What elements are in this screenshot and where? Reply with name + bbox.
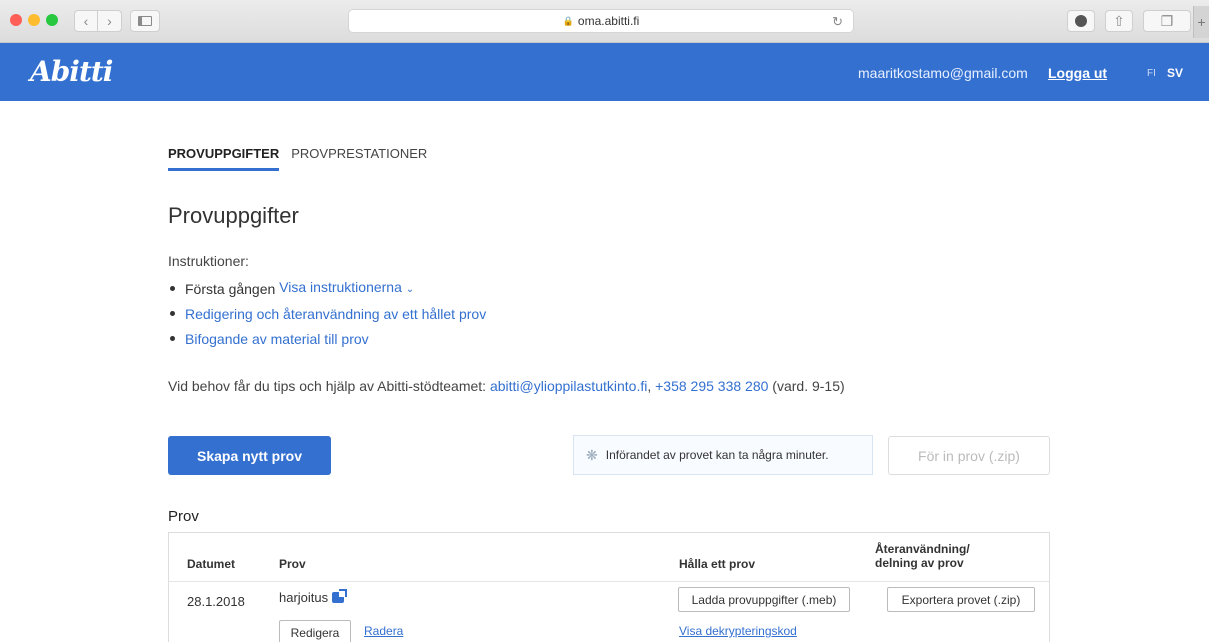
share-button[interactable]: ⇧	[1105, 10, 1133, 32]
close-window-button[interactable]	[10, 14, 22, 26]
share-icon: ⇧	[1113, 12, 1125, 29]
lock-icon: 🔒	[562, 15, 574, 26]
column-header-exam: Prov	[279, 557, 306, 571]
spinner-icon: ❋	[586, 446, 598, 463]
reload-icon[interactable]: ↻	[832, 14, 843, 30]
downloads-button[interactable]	[1067, 10, 1095, 32]
header-divider	[169, 581, 1049, 582]
delete-link[interactable]: Radera	[364, 624, 403, 638]
minimize-window-button[interactable]	[28, 14, 40, 26]
exam-name: harjoitus	[279, 590, 329, 605]
external-link-icon[interactable]	[332, 589, 348, 603]
url-text: oma.abitti.fi	[577, 14, 640, 28]
create-exam-button[interactable]: Skapa nytt prov	[168, 436, 331, 475]
app-header: Abitti maaritkostamo@gmail.com Logga ut …	[0, 43, 1209, 101]
logout-link[interactable]: Logga ut	[1048, 65, 1107, 81]
instructions-list: Första gången Visa instruktionerna ⌄ Red…	[168, 276, 486, 351]
exams-table: Datumet Prov Hålla ett prov Återanvändni…	[168, 532, 1050, 642]
list-item: Redigering och återanvändning av ett hål…	[168, 301, 486, 326]
tab-provprestationer[interactable]: PROVPRESTATIONER	[291, 146, 427, 171]
back-button[interactable]: ‹	[74, 10, 98, 32]
list-item: Bifogande av material till prov	[168, 326, 486, 351]
instruction-prefix: Första gången	[185, 280, 280, 297]
sidebar-icon	[138, 16, 152, 26]
new-tab-button[interactable]: +	[1193, 6, 1209, 38]
tabs-icon: ❐	[1160, 12, 1174, 29]
language-sv[interactable]: SV	[1167, 66, 1183, 80]
user-email: maaritkostamo@gmail.com	[858, 65, 1028, 81]
plus-icon: +	[1197, 14, 1206, 30]
exam-date: 28.1.2018	[187, 594, 245, 609]
chevron-right-icon: ›	[107, 13, 112, 29]
exam-name-cell: harjoitus	[279, 589, 348, 605]
export-exam-button[interactable]: Exportera provet (.zip)	[887, 587, 1035, 612]
editing-reuse-link[interactable]: Redigering och återanvändning av ett hål…	[185, 304, 486, 324]
language-fi[interactable]: FI	[1147, 68, 1156, 79]
browser-chrome: ‹ › 🔒 oma.abitti.fi ↻ ⇧ ❐ +	[0, 0, 1209, 43]
exams-section-title: Prov	[168, 508, 199, 525]
download-icon	[1075, 15, 1087, 27]
show-instructions-label: Visa instruktionerna	[279, 279, 402, 295]
column-header-date: Datumet	[187, 557, 236, 571]
help-intro: Vid behov får du tips och hjälp av Abitt…	[168, 378, 490, 394]
column-header-hold: Hålla ett prov	[679, 557, 756, 571]
show-tabs-button[interactable]: ❐	[1143, 10, 1191, 32]
attach-material-link[interactable]: Bifogande av material till prov	[185, 329, 369, 349]
support-hours: (vard. 9-15)	[768, 378, 845, 394]
chevron-down-icon: ⌄	[405, 284, 415, 295]
column-header-reuse: Återanvändning/ delning av prov	[875, 542, 970, 570]
help-separator: ,	[647, 378, 656, 394]
abitti-logo[interactable]: Abitti	[30, 55, 113, 88]
main-tabs: PROVUPPGIFTER PROVPRESTATIONER	[168, 146, 427, 171]
maximize-window-button[interactable]	[46, 14, 58, 26]
support-email-link[interactable]: abitti@ylioppilastutkinto.fi	[490, 378, 647, 394]
page-title: Provuppgifter	[168, 203, 299, 228]
address-bar[interactable]: 🔒 oma.abitti.fi ↻	[348, 9, 854, 33]
show-instructions-link[interactable]: Visa instruktionerna ⌄	[279, 277, 414, 300]
load-exam-button[interactable]: Ladda provuppgifter (.meb)	[678, 587, 850, 612]
tab-provuppgifter[interactable]: PROVUPPGIFTER	[168, 146, 280, 171]
import-notice: ❋ Införandet av provet kan ta några minu…	[573, 435, 873, 475]
edit-button[interactable]: Redigera	[279, 620, 351, 642]
support-phone-link[interactable]: +358 295 338 280	[655, 378, 768, 394]
notice-text: Införandet av provet kan ta några minute…	[605, 448, 829, 462]
chevron-left-icon: ‹	[83, 13, 89, 29]
forward-button[interactable]: ›	[98, 10, 122, 32]
list-item: Första gången Visa instruktionerna ⌄	[168, 276, 486, 301]
sidebar-toggle-button[interactable]	[130, 10, 160, 32]
import-exam-button[interactable]: För in prov (.zip)	[888, 436, 1050, 475]
instructions-label: Instruktioner:	[168, 253, 249, 269]
help-text: Vid behov får du tips och hjälp av Abitt…	[168, 378, 845, 394]
show-decryption-code-link[interactable]: Visa dekrypteringskod	[679, 624, 797, 638]
